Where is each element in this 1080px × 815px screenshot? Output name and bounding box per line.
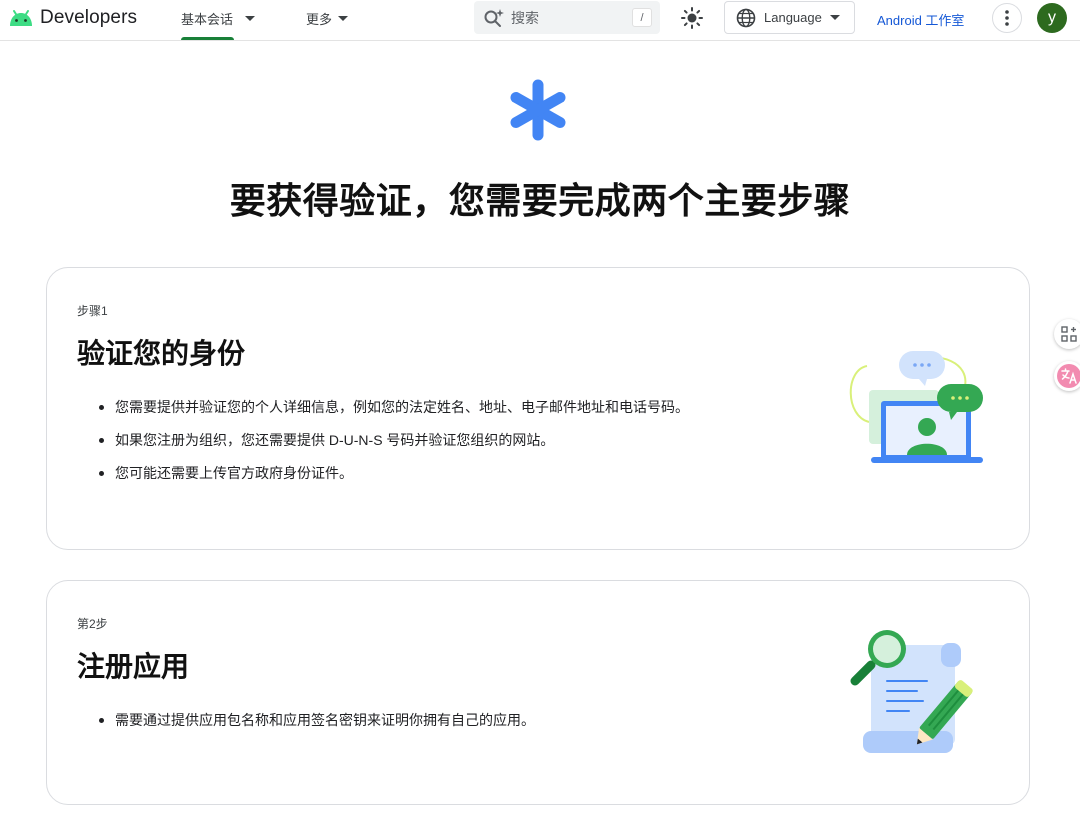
chevron-down-icon: [245, 16, 256, 21]
search-input[interactable]: [511, 9, 621, 26]
more-options-button[interactable]: [992, 3, 1022, 33]
step-label: 步骤1: [77, 304, 108, 318]
search-shortcut-key: /: [632, 8, 652, 27]
search-box[interactable]: /: [474, 1, 660, 34]
sun-icon: [681, 7, 703, 29]
theme-toggle-button[interactable]: [680, 6, 704, 30]
apps-widget-button[interactable]: [1054, 319, 1080, 349]
list-item: 如果您注册为组织，您还需要提供 D-U-N-S 号码并验证您组织的网站。: [99, 429, 689, 451]
page-title: 要获得验证，您需要完成两个主要步骤: [229, 180, 851, 221]
chevron-down-icon: [338, 16, 349, 21]
language-label: Language: [764, 10, 822, 25]
step-label: 第2步: [77, 617, 108, 631]
translate-widget-button[interactable]: [1054, 361, 1080, 391]
step-title: 注册应用: [77, 651, 190, 682]
step-title: 验证您的身份: [77, 338, 246, 369]
chevron-down-icon: [829, 15, 840, 20]
search-sparkle-icon: [484, 8, 504, 27]
list-item: 您可能还需要上传官方政府身份证件。: [99, 462, 689, 484]
nav-item-basics[interactable]: 基本会话: [181, 9, 256, 28]
android-studio-link[interactable]: Android 工作室: [877, 10, 964, 29]
translate-icon: [1057, 364, 1080, 388]
nav-item-more[interactable]: 更多: [306, 9, 349, 28]
list-item: 需要通过提供应用包名称和应用签名密钥来证明你拥有自己的应用。: [99, 709, 689, 731]
more-vert-icon: [1005, 10, 1009, 26]
nav-item-label: 基本会话: [181, 12, 234, 27]
step-bullet-list: 您需要提供并验证您的个人详细信息，例如您的法定姓名、地址、电子邮件地址和电话号码…: [99, 396, 689, 495]
document-magnifier-illustration: [850, 630, 973, 753]
logo-text: Developers: [40, 7, 138, 28]
globe-icon: [736, 8, 756, 27]
step-card-register-apps: 第2步 注册应用 需要通过提供应用包名称和应用签名密钥来证明你拥有自己的应用。: [46, 580, 1030, 805]
account-avatar[interactable]: y: [1037, 3, 1067, 33]
nav-item-label: 更多: [306, 12, 333, 27]
developers-logo[interactable]: Developers: [8, 7, 137, 29]
android-logo-icon: [10, 10, 32, 26]
video-call-illustration: [849, 351, 983, 463]
list-item: 您需要提供并验证您的个人详细信息，例如您的法定姓名、地址、电子邮件地址和电话号码…: [99, 396, 689, 418]
top-bar: Developers 基本会话 更多 /: [0, 0, 1080, 41]
nav-active-indicator: [181, 37, 234, 40]
apps-icon: [1061, 326, 1077, 342]
language-select[interactable]: Language: [724, 1, 855, 34]
step-card-verify-identity: 步骤1 验证您的身份 您需要提供并验证您的个人详细信息，例如您的法定姓名、地址、…: [46, 267, 1030, 550]
asterisk-icon: [510, 79, 566, 141]
step-bullet-list: 需要通过提供应用包名称和应用签名密钥来证明你拥有自己的应用。: [99, 709, 689, 742]
